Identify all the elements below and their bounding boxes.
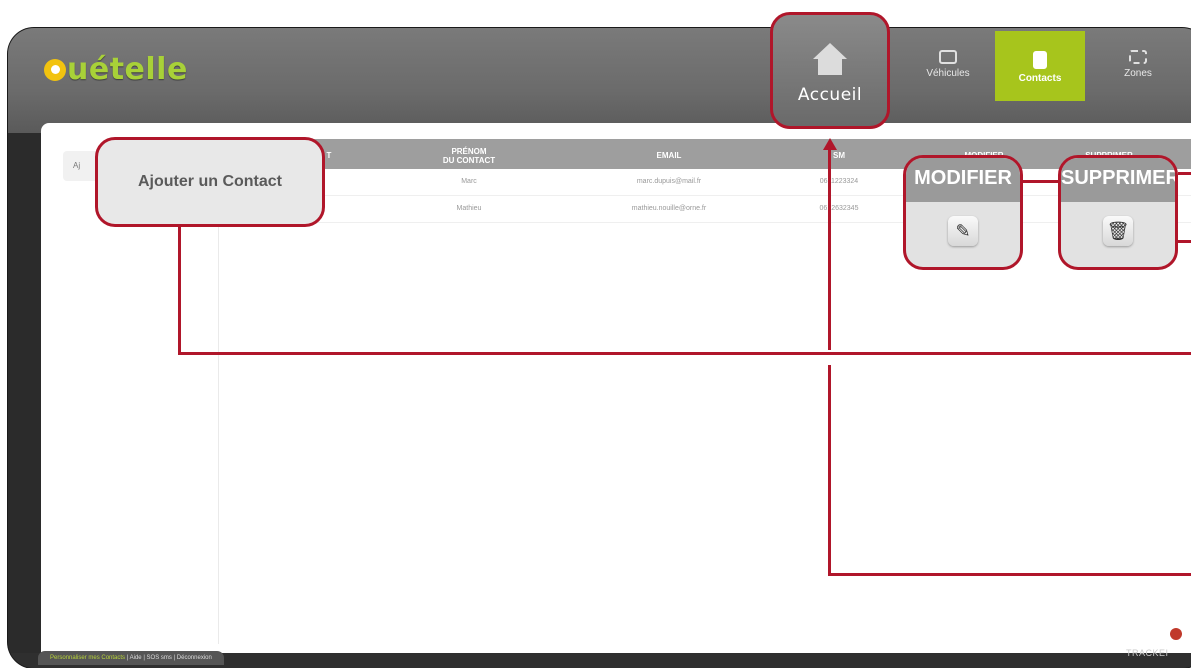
nav-vehicules[interactable]: Véhicules	[908, 28, 988, 98]
cell-sms: 0611223324	[819, 178, 859, 185]
header-email: EMAIL	[656, 151, 682, 160]
delete-callout-head: SUPPRIMER	[1061, 158, 1175, 202]
connector-line	[828, 365, 831, 575]
home-label: Accueil	[797, 85, 863, 105]
logo-text: uételle	[67, 52, 188, 87]
delete-callout: SUPPRIMER 🗑	[1058, 155, 1178, 270]
connector-line	[828, 573, 1191, 576]
cell-email: marc.dupuis@mail.fr	[636, 178, 702, 185]
car-icon	[939, 50, 957, 64]
cell-prenom: Mathieu	[456, 205, 482, 212]
nav-vehicules-label: Véhicules	[926, 68, 970, 79]
cell-sms: 0612632345	[819, 205, 859, 212]
table-row[interactable]: Mathieu mathieu.nouille@orne.fr 06126323…	[219, 196, 1191, 223]
header-prenom: PRÉNOM DU CONTACT	[419, 147, 519, 165]
trash-icon[interactable]: 🗑	[1103, 216, 1133, 246]
connector-line	[1023, 180, 1058, 183]
cell-email: mathieu.nouille@orne.fr	[631, 205, 707, 212]
app-frame: uételle Véhicules Contacts Zones Aj T PR…	[8, 28, 1191, 668]
nav-zones-label: Zones	[1124, 68, 1152, 79]
connector-line	[178, 352, 1191, 355]
footer-link-current[interactable]: Personnaliser mes Contacts	[50, 655, 125, 661]
contacts-table: T PRÉNOM DU CONTACT EMAIL SM MODIFIER SU…	[218, 139, 1191, 644]
connector-line	[178, 227, 181, 354]
connector-line	[828, 150, 831, 350]
header-prenom-line2: DU CONTACT	[442, 156, 496, 165]
zone-icon	[1129, 50, 1147, 64]
sidebar-tab-label: Aj	[73, 161, 81, 170]
footer-links: Personnaliser mes Contacts | Aide | SOS …	[38, 651, 224, 665]
footer-link-sos[interactable]: SOS sms	[147, 655, 172, 661]
header-sms: SM	[833, 151, 845, 160]
modify-callout: MODIFIER ✎	[903, 155, 1023, 270]
table-header: T PRÉNOM DU CONTACT EMAIL SM MODIFIER SU…	[219, 139, 1191, 169]
add-contact-button[interactable]: Ajouter un Contact	[95, 137, 325, 227]
cell-prenom: Marc	[461, 178, 477, 185]
home-button[interactable]: Accueil	[770, 12, 890, 129]
home-icon	[813, 43, 847, 77]
add-contact-label: Ajouter un Contact	[138, 173, 282, 190]
nav-contacts[interactable]: Contacts	[995, 31, 1085, 101]
app-logo[interactable]: uételle	[44, 52, 188, 87]
address-book-icon	[1033, 51, 1047, 69]
connector-line	[1178, 240, 1191, 243]
nav-contacts-label: Contacts	[1018, 73, 1062, 84]
top-bar: uételle Véhicules Contacts Zones	[8, 28, 1191, 133]
modify-callout-head: MODIFIER	[906, 158, 1020, 202]
nav-zones[interactable]: Zones	[1098, 28, 1178, 98]
arrow-up-icon	[823, 138, 837, 150]
connector-line	[1178, 172, 1191, 175]
header-prenom-line1: PRÉNOM	[451, 147, 487, 156]
brand-dot-icon	[1170, 628, 1182, 640]
brand-mark: TRACKEI	[1126, 648, 1169, 658]
pencil-icon[interactable]: ✎	[948, 216, 978, 246]
logo-eye-icon	[44, 59, 66, 81]
footer-link-aide[interactable]: Aide	[130, 655, 142, 661]
footer-link-deconnexion[interactable]: Déconnexion	[177, 655, 212, 661]
